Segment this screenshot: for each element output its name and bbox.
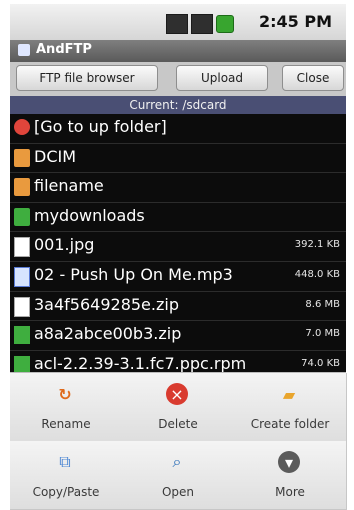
- file-row-rpm[interactable]: acl-2.2.39-3.1.fc7.ppc.rpm 74.0 KB: [10, 351, 346, 372]
- folder-icon: [14, 178, 30, 197]
- file-name: mydownloads: [34, 205, 145, 225]
- file-size: 7.0 MB: [305, 328, 340, 340]
- file-list: [Go to up folder] DCIM filename mydownlo…: [10, 114, 346, 372]
- file-name: 3a4f5649285e.zip: [34, 294, 179, 314]
- create-folder-label: Create folder: [250, 417, 330, 431]
- folder-icon: [14, 148, 30, 167]
- clock: 2:45 PM: [258, 12, 332, 31]
- close-button[interactable]: Close: [282, 65, 344, 91]
- android-screen: 2:45 PM AndFTP FTP file browser Upload C…: [0, 0, 354, 510]
- file-size: 74.0 KB: [301, 357, 340, 369]
- file-size: 392.1 KB: [294, 239, 340, 251]
- file-name: DCIM: [34, 146, 77, 166]
- rename-menu-item[interactable]: ↻ Rename: [10, 373, 123, 442]
- app-title-bar: AndFTP: [10, 40, 346, 62]
- app-icon: [18, 44, 30, 56]
- file-row-mydownloads[interactable]: mydownloads: [10, 203, 346, 233]
- file-row-001-jpg[interactable]: 001.jpg 392.1 KB: [10, 232, 346, 262]
- rpm-file-icon: [14, 355, 30, 372]
- copy-paste-menu-item[interactable]: ⧉ Copy/Paste: [10, 441, 123, 510]
- ftp-file-browser-button[interactable]: FTP file browser: [16, 65, 158, 91]
- file-size: 448.0 KB: [294, 268, 340, 280]
- signal-icon: [191, 14, 213, 34]
- more-icon: ▾: [278, 451, 300, 473]
- file-name: a8a2abce00b3.zip: [34, 324, 182, 344]
- upload-button[interactable]: Upload: [176, 65, 268, 91]
- app-title: AndFTP: [36, 42, 92, 57]
- more-menu-item[interactable]: ▾ More: [234, 441, 347, 510]
- create-folder-icon: ▰: [282, 384, 296, 404]
- rename-label: Rename: [41, 417, 91, 431]
- status-bar: 2:45 PM: [10, 4, 346, 41]
- image-file-icon: [14, 237, 30, 258]
- audio-file-icon: [14, 266, 30, 287]
- zip-download-icon: [14, 326, 30, 345]
- create-folder-menu-item[interactable]: ▰ Create folder: [234, 373, 347, 442]
- delete-menu-item[interactable]: × Delete: [122, 373, 235, 442]
- file-row-filename[interactable]: filename: [10, 173, 346, 203]
- battery-icon: [216, 15, 234, 33]
- options-menu: ↻ Rename × Delete ▰ Create folder ⧉ Copy…: [10, 372, 347, 510]
- network-icon: [166, 14, 188, 34]
- magnifier-icon: ⌕: [172, 452, 182, 471]
- open-menu-item[interactable]: ⌕ Open: [122, 441, 235, 510]
- delete-icon: ×: [166, 383, 188, 405]
- file-name: [Go to up folder]: [34, 117, 167, 136]
- file-name: 001.jpg: [34, 235, 95, 255]
- file-row-zip-2[interactable]: a8a2abce00b3.zip 7.0 MB: [10, 321, 346, 351]
- file-name: 02 - Push Up On Me.mp3: [34, 264, 233, 284]
- delete-label: Delete: [158, 417, 198, 431]
- file-name: filename: [34, 176, 104, 196]
- open-label: Open: [161, 485, 195, 499]
- up-folder-icon: [14, 119, 30, 135]
- file-row-up-folder[interactable]: [Go to up folder]: [10, 114, 346, 144]
- copy-paste-icon: ⧉: [59, 452, 71, 471]
- file-row-zip-1[interactable]: 3a4f5649285e.zip 8.6 MB: [10, 292, 346, 322]
- file-size: 8.6 MB: [305, 298, 340, 310]
- file-row-dcim[interactable]: DCIM: [10, 144, 346, 174]
- download-folder-icon: [14, 207, 30, 226]
- status-icons: [166, 14, 234, 34]
- file-row-mp3[interactable]: 02 - Push Up On Me.mp3 448.0 KB: [10, 262, 346, 292]
- current-path-label: Current: /sdcard: [10, 96, 346, 114]
- rename-icon: ↻: [58, 384, 72, 404]
- copy-paste-label: Copy/Paste: [32, 485, 100, 499]
- toolbar: FTP file browser Upload Close: [10, 62, 346, 96]
- file-name: acl-2.2.39-3.1.fc7.ppc.rpm: [34, 353, 247, 372]
- zip-file-icon: [14, 296, 30, 317]
- more-label: More: [275, 485, 305, 499]
